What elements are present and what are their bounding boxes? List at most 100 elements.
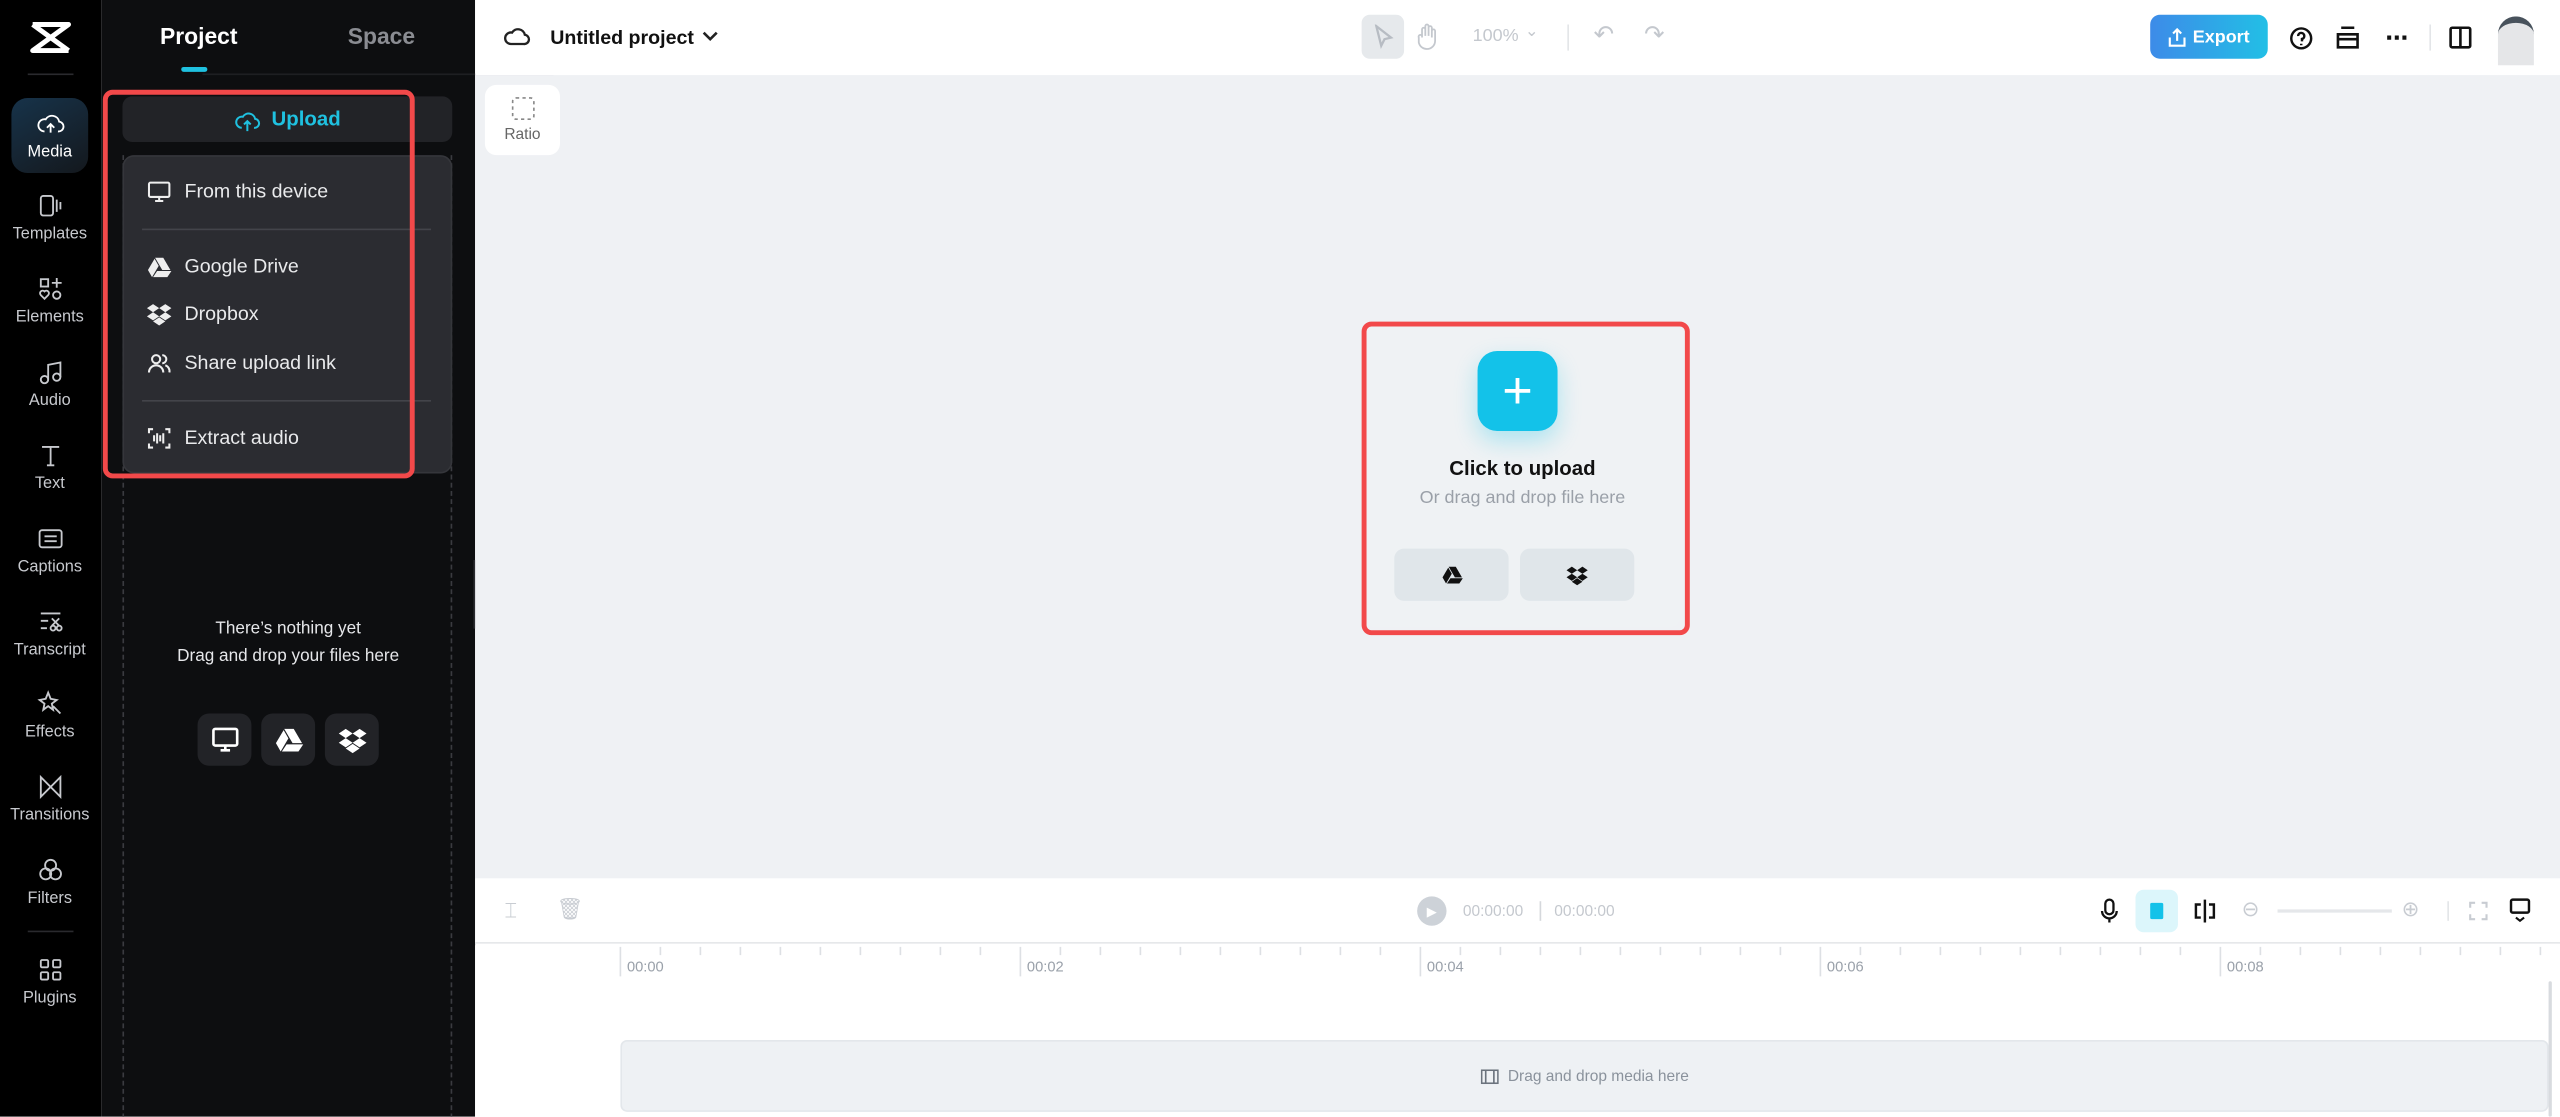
upload-dropbox-button[interactable]: [324, 713, 379, 766]
track-placeholder: Drag and drop media here: [1507, 1066, 1689, 1085]
rail-item-templates[interactable]: Templates: [11, 180, 88, 255]
rail-item-label: Captions: [17, 558, 83, 577]
project-title[interactable]: Untitled project: [550, 26, 694, 49]
active-tab-indicator: [181, 66, 208, 72]
ratio-label: Ratio: [504, 125, 541, 144]
timeline: 00:00 00:02 00:04 00:06 00:08 Drag and d…: [475, 945, 2560, 1117]
preview-monitor-icon[interactable]: [2509, 898, 2531, 923]
cloud-upload-icon: [36, 114, 64, 133]
rail-item-audio[interactable]: Audio: [11, 346, 88, 421]
elements-icon: [38, 277, 61, 301]
divider: [27, 930, 74, 933]
play-button[interactable]: ▶: [1417, 896, 1447, 926]
transcript-icon: [39, 612, 62, 632]
layers-icon[interactable]: [2331, 21, 2364, 54]
divider: [27, 73, 74, 76]
canvas-area: Ratio + Click to upload Or drag and drop…: [475, 75, 2560, 879]
cloud-icon: [504, 28, 531, 46]
rail-item-label: Templates: [12, 225, 87, 244]
rail-item-media[interactable]: Media: [11, 97, 89, 174]
select-tool-button[interactable]: [1361, 14, 1405, 59]
top-bar: Untitled project 100% ⌄ ↶ ↷ Export ⋯: [475, 0, 2560, 76]
rail-item-effects[interactable]: Effects: [11, 678, 88, 753]
toggle-panel-icon[interactable]: [2444, 21, 2477, 54]
transitions-icon: [39, 774, 61, 799]
divider: [2447, 901, 2449, 921]
chevron-down-icon[interactable]: [702, 29, 718, 42]
tick-label: 00:02: [1026, 958, 1064, 975]
film-icon: [1480, 1068, 1499, 1084]
current-time: 00:00:00: [1462, 902, 1524, 921]
tab-project[interactable]: Project: [160, 23, 237, 49]
highlight-box: [102, 89, 415, 479]
redo-icon[interactable]: ↷: [1644, 20, 1665, 49]
rail-item-transitions[interactable]: Transitions: [10, 761, 90, 836]
templates-icon: [39, 194, 61, 217]
upload-google-drive-button[interactable]: [261, 713, 316, 766]
rail-item-transcript[interactable]: Transcript: [11, 596, 88, 671]
effects-icon: [36, 690, 61, 715]
rail-item-label: Transcript: [13, 641, 86, 660]
tab-space[interactable]: Space: [348, 23, 415, 49]
split-icon[interactable]: ⌶: [504, 898, 517, 924]
rail-item-text[interactable]: Text: [11, 429, 88, 504]
rail-item-label: Effects: [24, 723, 75, 742]
google-drive-icon: [275, 728, 303, 752]
more-options-icon[interactable]: ⋯: [2380, 21, 2413, 54]
divider: [1567, 24, 1569, 51]
microphone-icon[interactable]: [2100, 898, 2120, 924]
hand-tool-icon[interactable]: [1417, 23, 1440, 51]
empty-subtitle: Drag and drop your files here: [177, 646, 400, 667]
tick-label: 00:06: [1826, 958, 1864, 975]
captions-icon: [37, 529, 62, 549]
undo-icon[interactable]: ↶: [1593, 20, 1614, 49]
share-icon: [2168, 27, 2186, 46]
fullscreen-icon[interactable]: [2469, 901, 2489, 921]
divider: [1539, 901, 1542, 921]
link-split-icon[interactable]: [2193, 898, 2217, 924]
rail-item-captions[interactable]: Captions: [11, 513, 88, 588]
total-time: 00:00:00: [1554, 902, 1615, 921]
dropbox-icon: [337, 728, 366, 753]
aspect-ratio-icon: [511, 97, 534, 120]
delete-icon[interactable]: 🗑︎: [557, 896, 584, 922]
rail-item-label: Audio: [28, 391, 71, 410]
zoom-out-icon[interactable]: ⊖: [2242, 896, 2260, 922]
rail-item-plugins[interactable]: Plugins: [11, 944, 88, 1019]
text-icon: [41, 446, 59, 467]
plugins-icon: [39, 959, 61, 981]
magnet-icon: [2150, 902, 2164, 920]
rail-item-elements[interactable]: Elements: [11, 263, 88, 338]
music-note-icon: [39, 361, 61, 385]
timeline-zoom-slider[interactable]: [2277, 909, 2392, 913]
filters-icon: [38, 858, 62, 881]
rail-item-label: Plugins: [23, 989, 77, 1008]
media-panel: Project Space Upload From this device Go…: [101, 0, 554, 1117]
vertical-scrollbar[interactable]: [2548, 981, 2552, 1117]
avatar[interactable]: [2497, 16, 2534, 66]
rail-item-label: Text: [34, 475, 65, 494]
rail-item-label: Media: [27, 143, 73, 162]
monitor-icon: [211, 727, 238, 752]
help-icon[interactable]: [2284, 21, 2317, 54]
left-rail: Media Templates Elements Audio Text Capt…: [0, 0, 102, 1117]
rail-item-label: Filters: [27, 889, 73, 908]
pointer-icon: [1374, 23, 1394, 49]
zoom-level-select[interactable]: 100%: [1473, 26, 1519, 46]
tick-label: 00:00: [626, 958, 664, 975]
capcut-logo: [30, 22, 72, 54]
chevron-down-icon[interactable]: ⌄: [1525, 23, 1539, 41]
ratio-button[interactable]: Ratio: [484, 84, 560, 156]
tick-label: 00:08: [2226, 958, 2264, 975]
rail-item-label: Transitions: [10, 806, 90, 825]
auto-snap-toggle[interactable]: [2135, 889, 2178, 933]
export-button[interactable]: Export: [2150, 14, 2268, 59]
tick-label: 00:04: [1426, 958, 1464, 975]
highlight-box: [1361, 321, 1690, 636]
main-track-dropzone[interactable]: Drag and drop media here: [620, 1039, 2549, 1112]
zoom-in-icon[interactable]: ⊕: [2402, 896, 2420, 922]
export-label: Export: [2192, 26, 2250, 47]
rail-item-filters[interactable]: Filters: [11, 844, 88, 919]
timeline-toolbar: ⌶ 🗑︎ ▶ 00:00:00 00:00:00 ⊖ ⊕: [475, 878, 2560, 944]
upload-from-device-button[interactable]: [197, 713, 252, 766]
